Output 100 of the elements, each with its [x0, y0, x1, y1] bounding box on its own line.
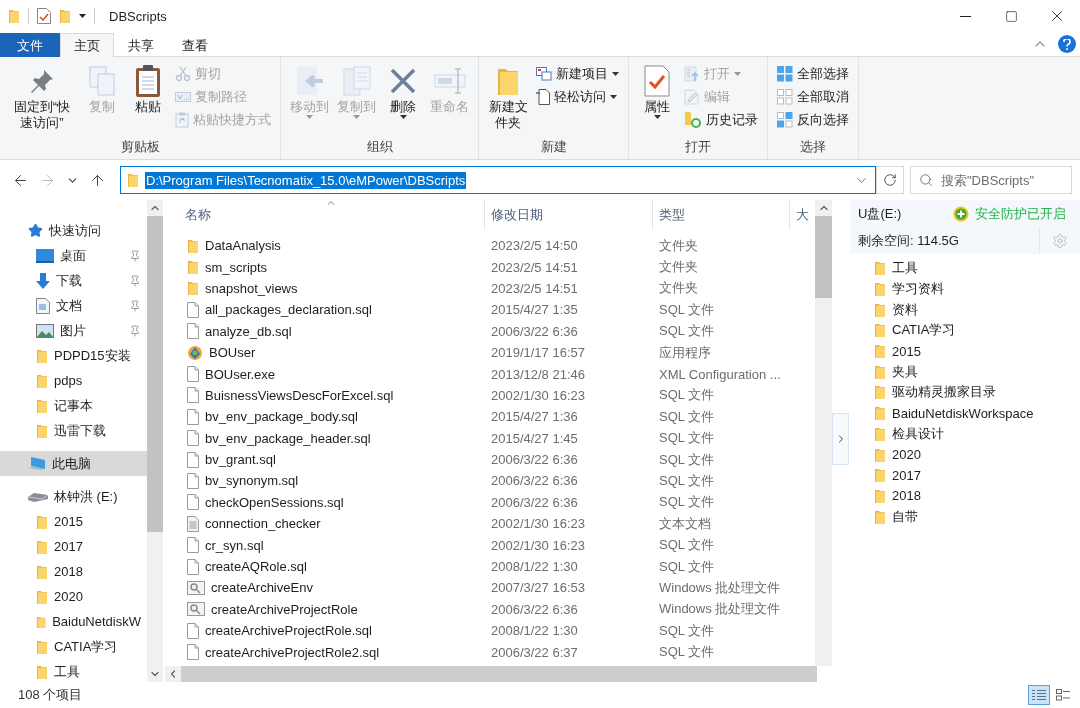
- nav-item[interactable]: 此电脑: [0, 451, 147, 476]
- ribbon-button[interactable]: 删除: [381, 61, 425, 135]
- nav-label: 2018: [54, 564, 83, 579]
- rename-icon: [433, 67, 466, 95]
- nav-label: 2015: [54, 514, 83, 529]
- folder-item[interactable]: 检具设计: [850, 423, 1080, 445]
- nav-item[interactable]: CATIA学习: [0, 634, 147, 659]
- file-name-text: BuisnessViewsDescForExcel.sql: [205, 387, 394, 403]
- nav-item[interactable]: 快速访问: [0, 218, 147, 243]
- ribbon-tab[interactable]: 文件: [0, 33, 60, 57]
- ribbon-button[interactable]: 粘贴: [126, 61, 170, 135]
- nav-item[interactable]: pdps: [0, 368, 147, 393]
- file-name[interactable]: bv_env_package_header.sql: [165, 430, 485, 447]
- folder-icon: [874, 281, 886, 298]
- properties-icon[interactable]: [37, 8, 51, 24]
- nav-label: 下载: [56, 271, 82, 290]
- nav-item[interactable]: 2015: [0, 509, 147, 534]
- nav-item[interactable]: 2020: [0, 584, 147, 609]
- column-header[interactable]: 修改日期: [485, 200, 653, 230]
- folder-name: 2017: [892, 467, 921, 483]
- folder-icon: [36, 397, 48, 414]
- folder-item[interactable]: 2015: [850, 340, 1080, 362]
- nav-item[interactable]: 工具: [0, 659, 147, 682]
- ribbon-tab[interactable]: 主页: [60, 33, 114, 57]
- nav-item[interactable]: BaiduNetdiskW: [0, 609, 147, 634]
- ribbon-button[interactable]: 全部取消: [774, 86, 852, 108]
- folder-item[interactable]: 2020: [850, 444, 1080, 465]
- nav-item[interactable]: 2017: [0, 534, 147, 559]
- folder-item[interactable]: 2017: [850, 464, 1080, 486]
- file-name[interactable]: createArchiveProjectRole.sql: [165, 622, 485, 639]
- file-name[interactable]: sm_scripts: [165, 259, 485, 276]
- ribbon-button[interactable]: 属性: [635, 61, 679, 135]
- folder-item[interactable]: 自带: [850, 506, 1080, 527]
- file-name[interactable]: createArchiveProjectRole: [165, 601, 485, 618]
- nav-item[interactable]: 图片: [0, 318, 147, 343]
- nav-item[interactable]: 桌面: [0, 243, 147, 268]
- scroll-thumb[interactable]: [815, 216, 832, 298]
- folder-item[interactable]: 资料: [850, 299, 1080, 321]
- folder-item[interactable]: 驱动精灵搬家目录: [850, 382, 1080, 403]
- ribbon-button[interactable]: 新建项目: [533, 63, 622, 85]
- minimize-icon: [959, 15, 971, 17]
- ribbon-button[interactable]: 轻松访问: [533, 86, 622, 108]
- file-name[interactable]: DataAnalysis: [165, 237, 485, 254]
- column-header[interactable]: 类型: [653, 200, 790, 230]
- file-name[interactable]: cr_syn.sql: [165, 537, 485, 554]
- nav-item[interactable]: 下载: [0, 268, 147, 293]
- nav-label: 工具: [54, 662, 80, 681]
- file-name-text: bv_synonym.sql: [205, 473, 299, 489]
- folder-item[interactable]: 2018: [850, 485, 1080, 507]
- date-cell-text: 2006/3/22 6:37: [490, 644, 579, 660]
- ribbon-button[interactable]: 全部选择: [774, 63, 852, 85]
- file-name[interactable]: createArchiveProjectRole2.sql: [165, 644, 485, 661]
- ribbon-button[interactable]: 固定到“快速访问”: [6, 61, 78, 135]
- select-none-icon: [777, 89, 793, 105]
- refresh-button[interactable]: [876, 166, 904, 194]
- file-name[interactable]: connection_checker: [165, 515, 485, 532]
- nav-item[interactable]: 文档: [0, 293, 147, 318]
- folder-name: 2015: [892, 343, 921, 359]
- nav-item[interactable]: 林钟洪 (E:): [0, 484, 147, 509]
- folder-item[interactable]: 工具: [850, 258, 1080, 279]
- ribbon-group-label: 打开: [684, 138, 712, 156]
- folder-icon: [36, 513, 48, 530]
- folder-name: 学习资料: [892, 280, 944, 299]
- ribbon-button[interactable]: 新建文件夹: [485, 61, 531, 135]
- file-name[interactable]: bv_synonym.sql: [165, 473, 485, 489]
- file-name[interactable]: BOUser: [165, 344, 485, 361]
- scroll-thumb[interactable]: [147, 216, 163, 532]
- scrollbar[interactable]: [147, 200, 163, 682]
- scrollbar[interactable]: [815, 200, 832, 666]
- folder-item[interactable]: 学习资料: [850, 278, 1080, 300]
- ribbon-tab[interactable]: 共享: [114, 33, 168, 57]
- address-field[interactable]: D:\Program Files\Tecnomatix_15.0\eMPower\DBScripts: [120, 166, 876, 194]
- file-name-text: analyze_db.sql: [205, 323, 292, 339]
- file-name[interactable]: snapshot_views: [165, 280, 485, 297]
- folder-item[interactable]: BaiduNetdiskWorkspace: [850, 402, 1080, 424]
- folder-item[interactable]: 夹具: [850, 361, 1080, 383]
- folder-icon: [36, 422, 48, 439]
- nav-item[interactable]: PDPD15安装: [0, 343, 147, 368]
- file-name[interactable]: createAQRole.sql: [165, 558, 485, 575]
- nav-item[interactable]: 记事本: [0, 393, 147, 418]
- folder-item[interactable]: CATIA学习: [850, 320, 1080, 341]
- file-name[interactable]: BOUser.exe: [165, 366, 485, 383]
- file-name[interactable]: bv_env_package_body.sql: [165, 408, 485, 425]
- file-name[interactable]: all_packages_declaration.sql: [165, 301, 485, 318]
- file-name[interactable]: createArchiveEnv: [165, 579, 485, 596]
- ribbon-tab[interactable]: 查看: [168, 33, 222, 57]
- column-header[interactable]: 名称: [165, 200, 485, 230]
- search-field[interactable]: 搜索"DBScripts": [910, 166, 1072, 194]
- help-icon[interactable]: [1058, 35, 1076, 53]
- file-icon: [187, 622, 199, 639]
- file-name[interactable]: checkOpenSessions.sql: [165, 494, 485, 511]
- folder-icon: [187, 259, 199, 276]
- details-view-button[interactable]: [1028, 685, 1050, 705]
- file-name[interactable]: analyze_db.sql: [165, 323, 485, 340]
- ribbon-button[interactable]: 历史记录: [681, 109, 761, 131]
- file-name[interactable]: bv_grant.sql: [165, 451, 485, 468]
- nav-item[interactable]: 2018: [0, 559, 147, 584]
- file-name[interactable]: BuisnessViewsDescForExcel.sql: [165, 387, 485, 404]
- ribbon-button[interactable]: 反向选择: [774, 109, 852, 131]
- nav-item[interactable]: 迅雷下载: [0, 418, 147, 443]
